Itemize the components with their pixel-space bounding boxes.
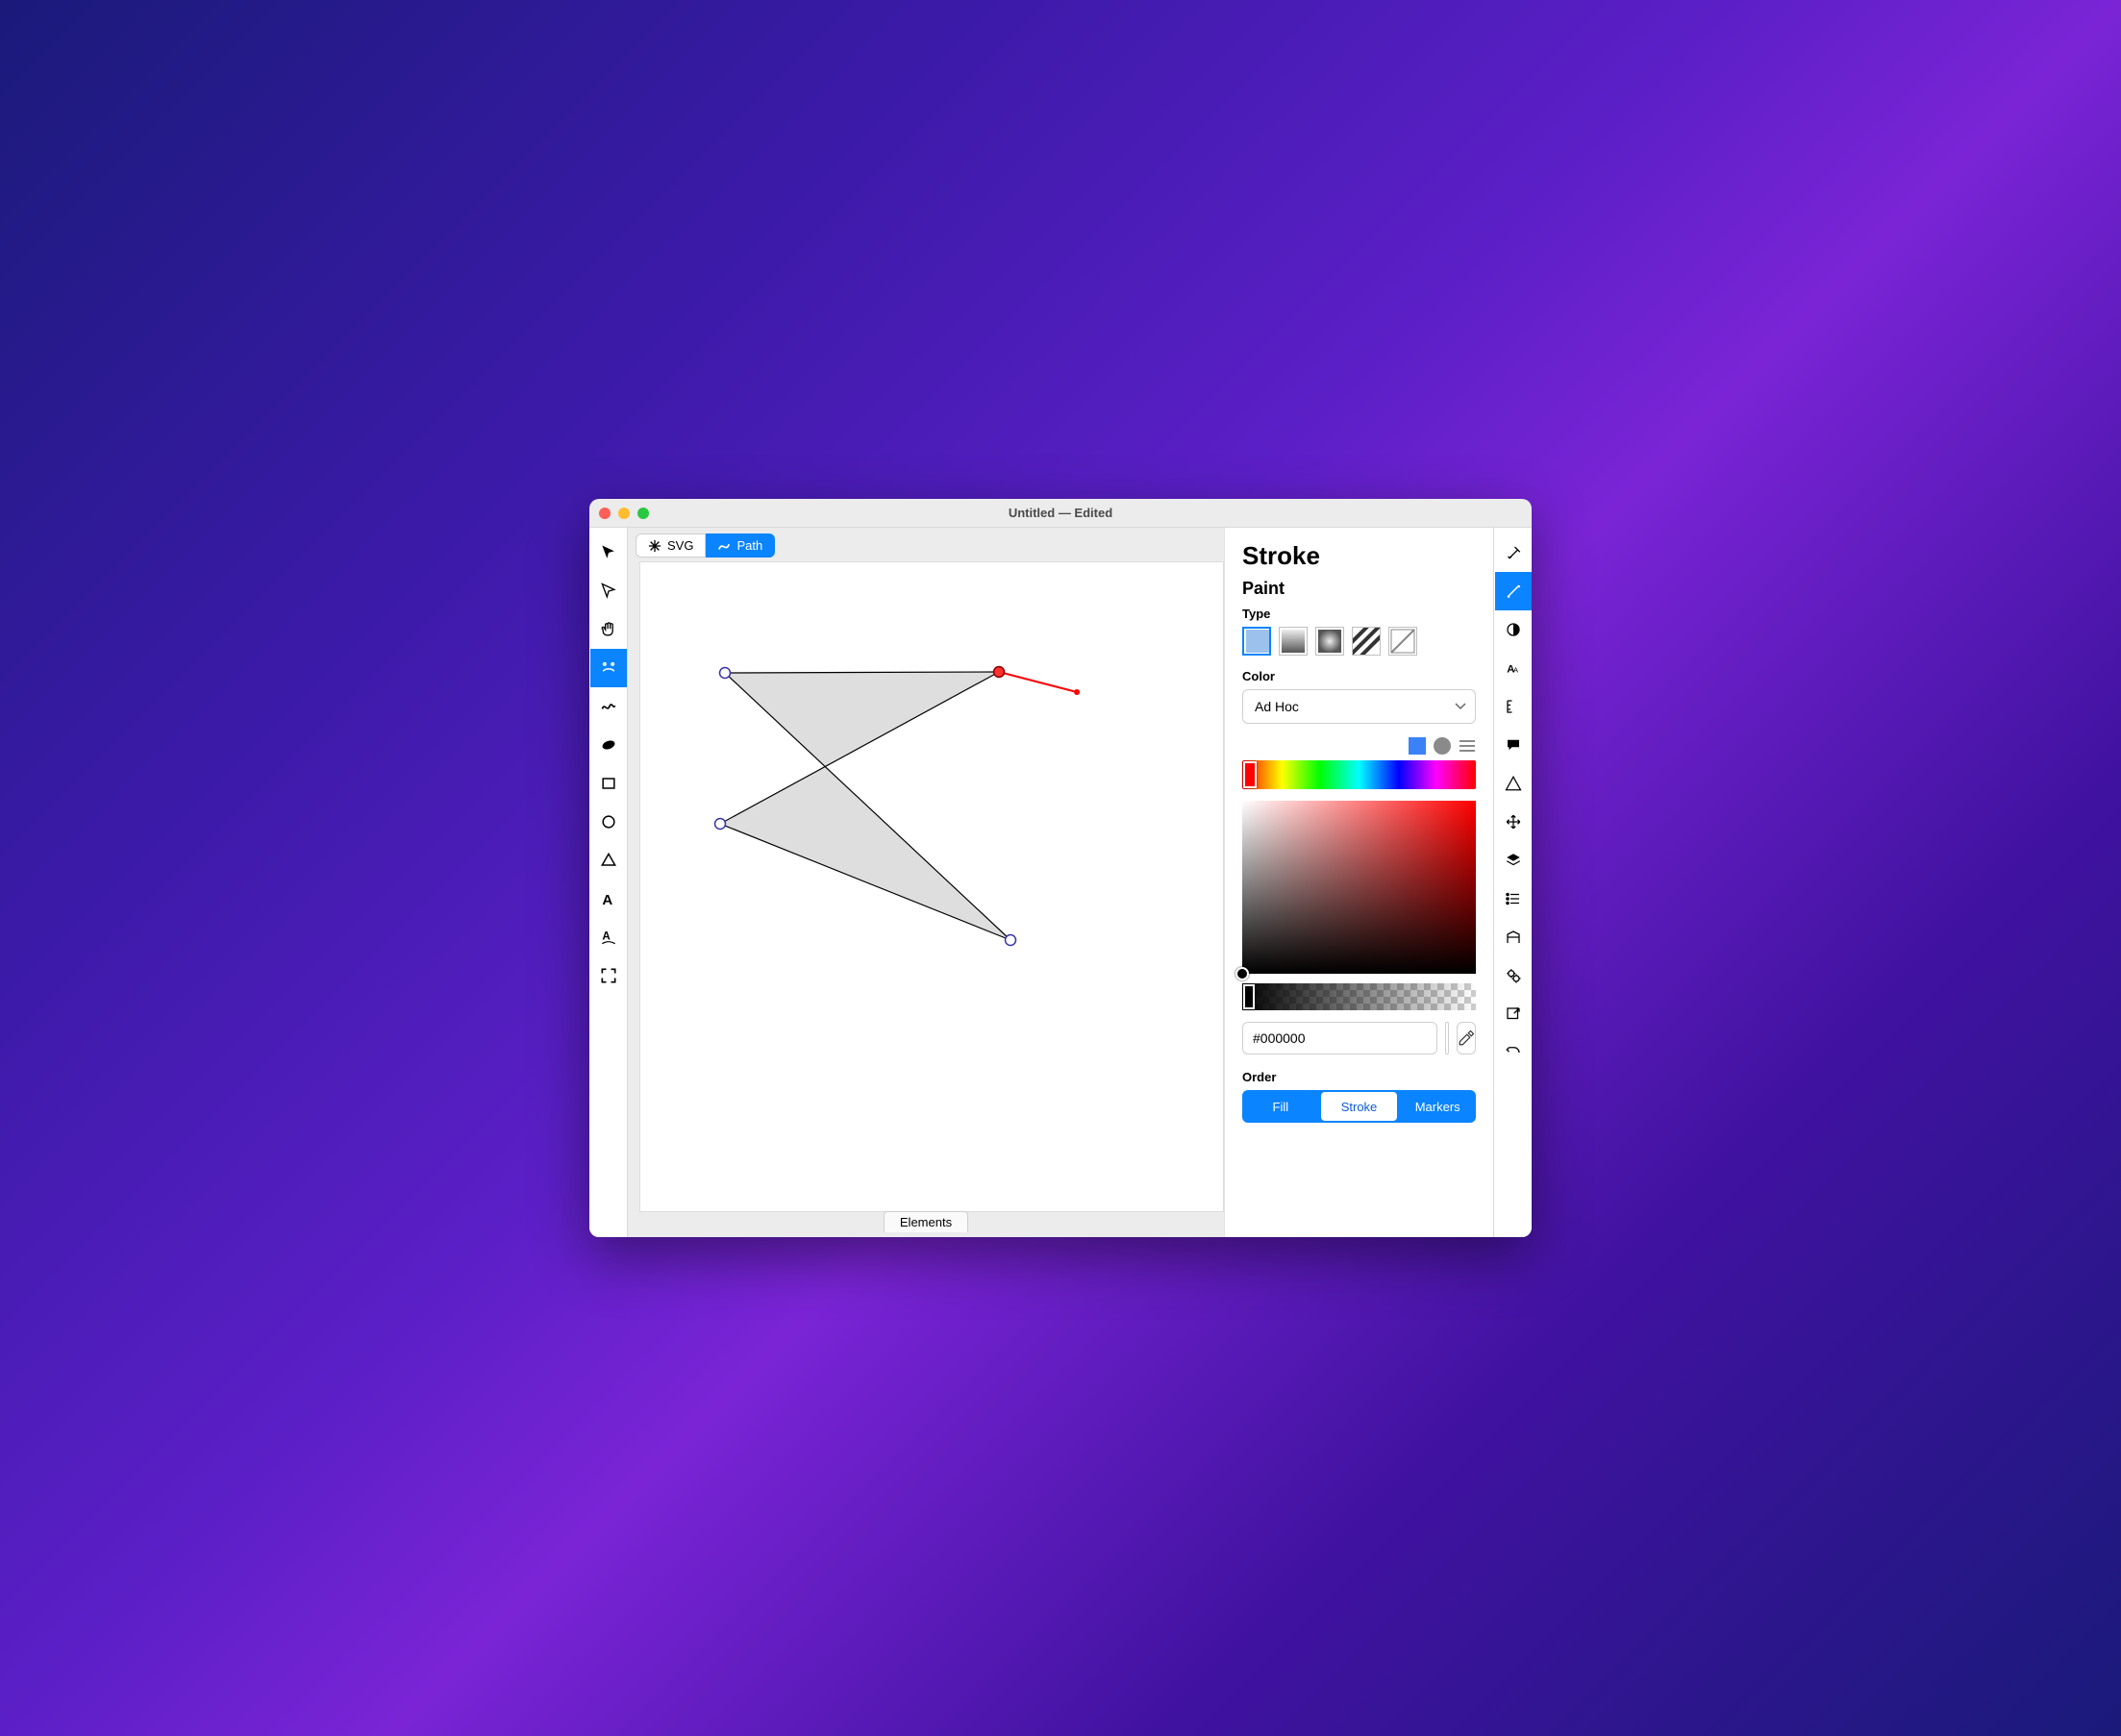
layers-inspector-icon[interactable] — [1495, 841, 1532, 880]
tab-path-label: Path — [736, 538, 762, 553]
library-inspector-icon[interactable] — [1495, 918, 1532, 956]
saturation-value-box[interactable] — [1242, 801, 1476, 974]
titlebar: Untitled — Edited — [589, 499, 1532, 528]
canvas-svg — [640, 562, 1188, 1212]
transform-inspector-icon[interactable] — [1495, 803, 1532, 841]
fullscreen-tool[interactable] — [590, 956, 627, 995]
svg-text:A: A — [602, 892, 612, 908]
asterisk-icon — [648, 539, 661, 553]
label-order: Order — [1242, 1070, 1476, 1084]
tab-path[interactable]: Path — [706, 533, 775, 558]
paint-type-linear[interactable] — [1279, 627, 1308, 656]
anchor-point[interactable] — [715, 819, 726, 830]
hue-slider[interactable] — [1242, 760, 1476, 789]
hand-tool[interactable] — [590, 610, 627, 649]
bottom-tabs: Elements — [628, 1212, 1224, 1237]
anchor-point-selected[interactable] — [994, 667, 1005, 678]
list-inspector-icon[interactable] — [1495, 880, 1532, 918]
color-format-select[interactable]: Hex — [1445, 1022, 1449, 1054]
comment-inspector-icon[interactable] — [1495, 726, 1532, 764]
hex-input[interactable] — [1242, 1022, 1437, 1054]
left-toolbar: A A — [589, 528, 628, 1237]
svg-text:A: A — [602, 930, 611, 943]
paint-type-none[interactable] — [1388, 627, 1417, 656]
color-source-select[interactable]: Ad Hoc — [1242, 689, 1476, 724]
hue-thumb[interactable] — [1243, 761, 1257, 788]
window-controls — [599, 508, 649, 519]
sv-thumb[interactable] — [1235, 967, 1249, 980]
right-rail: AA — [1493, 528, 1532, 1237]
text-inspector-icon[interactable]: AA — [1495, 649, 1532, 687]
zoom-window-button[interactable] — [637, 508, 649, 519]
drawn-path[interactable] — [720, 672, 1011, 940]
paint-type-row — [1242, 627, 1476, 656]
color-format-value: Hex — [1446, 1030, 1449, 1046]
ruler-inspector-icon[interactable] — [1495, 687, 1532, 726]
blob-tool[interactable] — [590, 726, 627, 764]
color-source-value: Ad Hoc — [1242, 689, 1476, 724]
color-mode-row — [1242, 737, 1476, 755]
ellipse-tool[interactable] — [590, 803, 627, 841]
stroke-inspector-icon[interactable] — [1495, 572, 1532, 610]
tab-svg[interactable]: SVG — [636, 533, 706, 558]
alpha-thumb[interactable] — [1243, 984, 1255, 1009]
minimize-window-button[interactable] — [618, 508, 630, 519]
export-inspector-icon[interactable] — [1495, 995, 1532, 1033]
warning-inspector-icon[interactable] — [1495, 764, 1532, 803]
pen-tool[interactable] — [590, 649, 627, 687]
label-color: Color — [1242, 669, 1476, 683]
direct-select-tool[interactable] — [590, 572, 627, 610]
color-mode-sliders[interactable] — [1459, 737, 1476, 755]
paint-type-pattern[interactable] — [1352, 627, 1381, 656]
tab-elements[interactable]: Elements — [884, 1211, 968, 1232]
inspector-panel: Stroke Paint Type Col — [1224, 528, 1493, 1237]
hex-row: Hex — [1242, 1022, 1476, 1054]
window-title: Untitled — Edited — [589, 506, 1532, 520]
select-tool[interactable] — [590, 533, 627, 572]
tab-svg-label: SVG — [667, 538, 693, 553]
anchor-point[interactable] — [1006, 935, 1016, 946]
path-icon — [717, 539, 731, 553]
eyedropper-button[interactable] — [1457, 1022, 1476, 1054]
control-handle-line[interactable] — [999, 672, 1077, 692]
text-path-tool[interactable]: A — [590, 918, 627, 956]
color-mode-wheel[interactable] — [1434, 737, 1451, 755]
app-window: Untitled — Edited — [589, 499, 1532, 1237]
order-fill[interactable]: Fill — [1242, 1090, 1319, 1123]
paint-type-radial[interactable] — [1315, 627, 1344, 656]
close-window-button[interactable] — [599, 508, 611, 519]
freehand-tool[interactable] — [590, 687, 627, 726]
text-tool[interactable]: A — [590, 880, 627, 918]
eyedropper-icon — [1458, 1029, 1475, 1047]
opacity-inspector-icon[interactable] — [1495, 610, 1532, 649]
rectangle-tool[interactable] — [590, 764, 627, 803]
svg-text:A: A — [1513, 666, 1518, 675]
control-handle-point[interactable] — [1074, 689, 1080, 695]
order-markers[interactable]: Markers — [1399, 1090, 1476, 1123]
label-type: Type — [1242, 607, 1476, 621]
order-stroke[interactable]: Stroke — [1321, 1092, 1398, 1121]
canvas-area: SVG Path Elements — [628, 528, 1224, 1237]
settings-inspector-icon[interactable] — [1495, 956, 1532, 995]
polygon-tool[interactable] — [590, 841, 627, 880]
alpha-slider[interactable] — [1242, 983, 1476, 1010]
undo-inspector-icon[interactable] — [1495, 1033, 1532, 1072]
document-tabs: SVG Path — [628, 528, 1224, 558]
paint-type-flat[interactable] — [1242, 627, 1271, 656]
panel-title: Stroke — [1242, 541, 1476, 571]
anchor-point[interactable] — [720, 668, 731, 679]
order-segmented: Fill Stroke Markers — [1242, 1090, 1476, 1123]
color-mode-swatch[interactable] — [1409, 737, 1426, 755]
fill-inspector-icon[interactable] — [1495, 533, 1532, 572]
panel-section-paint: Paint — [1242, 579, 1476, 599]
canvas[interactable] — [639, 561, 1224, 1212]
